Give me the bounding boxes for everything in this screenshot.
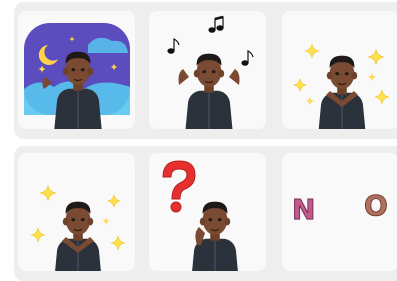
svg-text:O: O: [364, 189, 388, 222]
no-letters-art: N O: [292, 189, 389, 227]
sparkle-cheer-sticker-icon[interactable]: [18, 153, 135, 271]
night-sky-wave-sticker-icon[interactable]: [18, 11, 135, 129]
sticker-row-2: N O: [14, 146, 397, 281]
svg-text:N: N: [292, 193, 315, 226]
music-dance-sticker-icon[interactable]: [149, 11, 266, 129]
no-bubble-letters-sticker-icon[interactable]: N O: [282, 153, 397, 271]
sticker-row-1: [14, 2, 397, 139]
question-mark-thinking-sticker-icon[interactable]: [149, 153, 266, 271]
sparkle-pose-sticker-icon[interactable]: [282, 11, 397, 129]
